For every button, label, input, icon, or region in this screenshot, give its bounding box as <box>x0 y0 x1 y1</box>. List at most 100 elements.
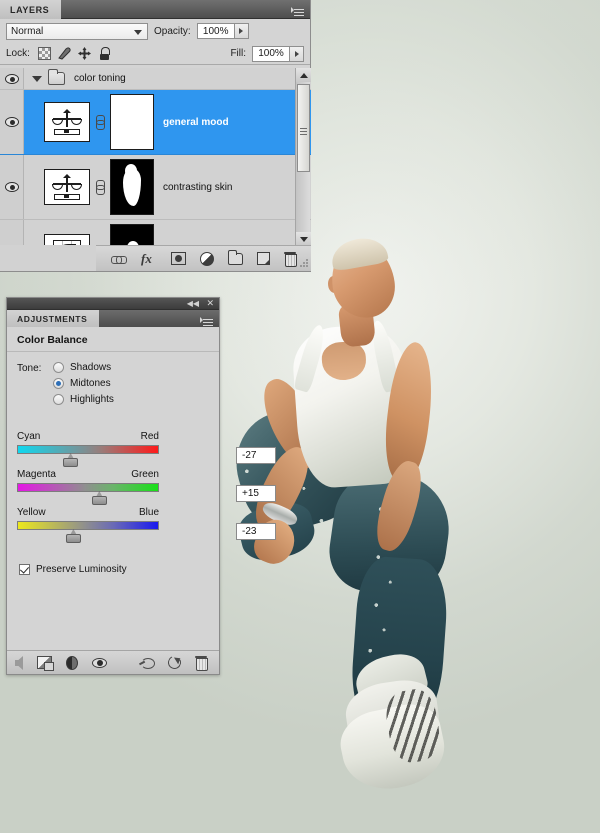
magenta-green-knob[interactable] <box>91 491 107 505</box>
adjustments-footer-toolbar <box>7 650 219 674</box>
color-balance-scales-icon[interactable] <box>44 169 90 205</box>
cyan-red-knob[interactable] <box>63 453 79 467</box>
tab-adjustments-label: ADJUSTMENTS <box>17 313 88 324</box>
layer-visibility-toggle[interactable] <box>0 68 24 89</box>
opacity-label: Opacity: <box>154 25 191 37</box>
delete-layer-icon[interactable] <box>284 252 297 267</box>
layer-visibility-toggle[interactable] <box>0 155 24 219</box>
new-layer-icon[interactable] <box>257 252 270 265</box>
cyan-red-track[interactable] <box>17 445 159 467</box>
tone-option-label: Highlights <box>70 394 114 405</box>
panel-menu-icon[interactable] <box>291 4 305 15</box>
layer-visibility-toggle[interactable] <box>0 220 24 246</box>
delete-adjustment-icon[interactable] <box>195 656 208 671</box>
adjustments-tabbar: ADJUSTMENTS <box>7 310 219 327</box>
radio-icon-selected <box>53 378 64 389</box>
layer-mask-thumbnail[interactable] <box>110 94 154 150</box>
tone-option-highlights[interactable]: Highlights <box>53 394 114 405</box>
view-previous-state-icon[interactable] <box>139 657 155 669</box>
link-layers-icon[interactable] <box>111 251 127 266</box>
layers-scrollbar[interactable] <box>295 68 311 246</box>
yellow-blue-value[interactable]: -23 <box>236 523 276 540</box>
color-balance-scales-icon[interactable] <box>44 102 90 142</box>
layers-footer-spacer <box>0 245 96 271</box>
layer-styles-fx-icon[interactable]: fx <box>141 251 157 266</box>
opacity-stepper-icon[interactable] <box>234 23 249 39</box>
new-group-icon[interactable] <box>228 249 243 265</box>
preserve-luminosity-checkbox[interactable] <box>19 564 30 575</box>
link-mask-icon[interactable] <box>95 179 105 195</box>
layer-name: general mood <box>163 116 229 128</box>
slider-right-label: Blue <box>138 507 159 518</box>
lock-label: Lock: <box>6 48 30 59</box>
blend-mode-select[interactable]: Normal <box>6 22 148 40</box>
radio-icon <box>53 362 64 373</box>
blend-mode-value: Normal <box>11 25 44 37</box>
tone-option-label: Midtones <box>70 378 111 389</box>
cyan-red-value[interactable]: -27 <box>236 447 276 464</box>
radio-icon <box>53 394 64 405</box>
layer-mask-thumbnail[interactable] <box>110 159 154 215</box>
adjustment-title: Color Balance <box>7 327 219 352</box>
lock-all-icon[interactable] <box>98 47 111 60</box>
layer-visibility-toggle[interactable] <box>0 90 24 154</box>
yellow-blue-slider: Yellow Blue -23 <box>7 507 276 543</box>
preview-eye-icon[interactable] <box>92 657 107 668</box>
fill-stepper-icon[interactable] <box>290 45 304 62</box>
tone-option-midtones[interactable]: Midtones <box>53 378 114 389</box>
scrollbar-thumb[interactable] <box>297 84 310 172</box>
layer-row-contrasting-skin[interactable]: contrasting skin <box>0 155 311 220</box>
tone-section: Tone: Shadows Midtones Highlights <box>7 362 219 405</box>
layer-mask-thumbnail[interactable] <box>110 224 154 246</box>
add-layer-mask-icon[interactable] <box>171 252 186 265</box>
panel-menu-icon[interactable] <box>200 314 214 325</box>
fill-label: Fill: <box>230 48 246 59</box>
tab-layers-label: LAYERS <box>10 4 50 15</box>
fill-input[interactable]: 100% <box>252 45 290 62</box>
new-adjustment-layer-icon[interactable] <box>200 251 214 266</box>
tone-option-label: Shadows <box>70 362 112 373</box>
tone-option-shadows[interactable]: Shadows <box>53 362 114 373</box>
reset-adjustment-icon[interactable] <box>166 654 183 671</box>
magenta-green-track[interactable] <box>17 483 159 505</box>
eye-icon <box>4 182 19 192</box>
lock-transparent-pixels-icon[interactable] <box>37 47 51 60</box>
layer-name: color toning <box>74 73 126 84</box>
layer-row-curves-partial[interactable] <box>0 220 311 246</box>
layers-footer-toolbar: fx <box>96 245 311 271</box>
opacity-input[interactable]: 100% <box>196 23 235 39</box>
tab-adjustments[interactable]: ADJUSTMENTS <box>7 310 100 327</box>
link-mask-icon[interactable] <box>95 114 105 130</box>
slider-right-label: Green <box>131 469 159 480</box>
magenta-green-slider: Magenta Green +15 <box>7 469 276 505</box>
magenta-green-value[interactable]: +15 <box>236 485 276 502</box>
slider-left-label: Cyan <box>17 431 41 442</box>
return-to-adjustment-list-icon[interactable] <box>15 655 23 670</box>
tab-layers[interactable]: LAYERS <box>0 0 62 19</box>
collapse-to-icons-icon[interactable]: ◀◀ <box>187 300 199 308</box>
layer-row-general-mood[interactable]: general mood <box>0 90 311 155</box>
clip-to-layer-icon[interactable] <box>37 656 54 671</box>
adjustments-body: Tone: Shadows Midtones Highlights Cyan R… <box>7 352 276 645</box>
preserve-luminosity-row[interactable]: Preserve Luminosity <box>7 564 219 575</box>
scroll-up-arrow-icon[interactable] <box>296 68 311 82</box>
triangle-down-icon[interactable] <box>32 75 42 82</box>
lock-row: Lock: Fill: 100% <box>0 43 310 65</box>
slider-right-label: Red <box>140 431 159 442</box>
close-icon[interactable]: ✕ <box>206 299 214 308</box>
eye-icon <box>4 73 19 84</box>
chevron-down-icon <box>134 29 142 35</box>
lock-image-pixels-icon[interactable] <box>58 47 71 60</box>
lock-position-icon[interactable] <box>77 47 91 60</box>
preserve-luminosity-label: Preserve Luminosity <box>36 564 127 575</box>
layer-row-group[interactable]: color toning <box>0 68 311 90</box>
adjustments-titlebar[interactable]: ◀◀ ✕ <box>7 298 219 310</box>
scroll-down-arrow-icon[interactable] <box>296 232 311 246</box>
yellow-blue-track[interactable] <box>17 521 159 543</box>
photo-subject <box>223 234 476 798</box>
yellow-blue-knob[interactable] <box>65 529 81 543</box>
blend-mode-row: Normal Opacity: 100% <box>0 19 310 43</box>
cyan-red-slider: Cyan Red -27 <box>7 431 276 467</box>
resize-grip-icon[interactable] <box>299 259 308 268</box>
toggle-layer-visibility-bw-icon[interactable] <box>66 655 78 670</box>
